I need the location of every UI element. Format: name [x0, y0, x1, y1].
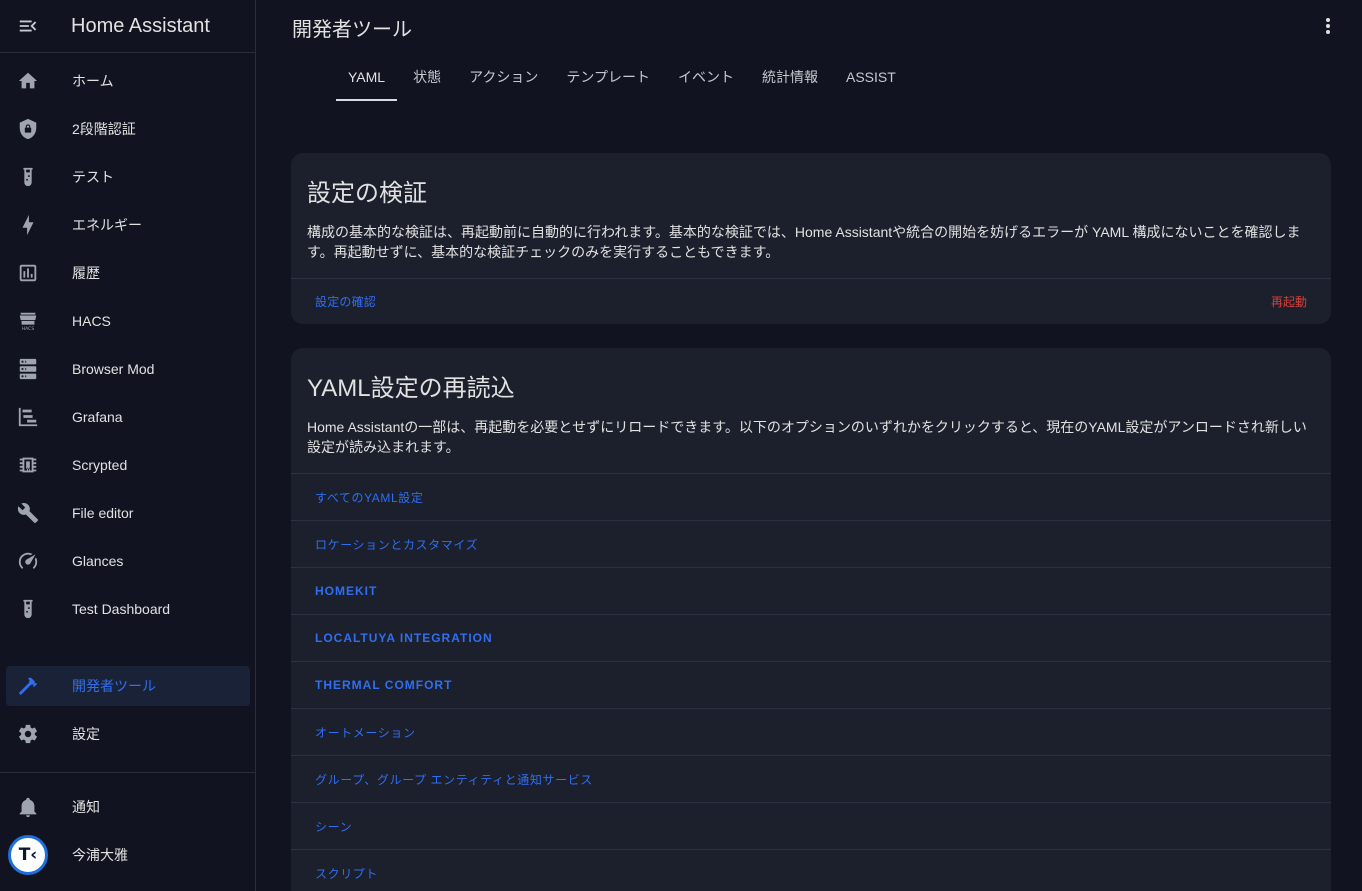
sidebar-item-notifications[interactable]: 通知 [6, 787, 250, 827]
sidebar-item-profile[interactable]: T‹ 今浦大雅 [6, 835, 250, 875]
card-actions: 設定の確認 再起動 [291, 278, 1331, 324]
reload-groups-button[interactable]: グループ、グループ エンティティと通知サービス [291, 755, 1331, 802]
wrench-icon [17, 503, 39, 524]
tab-template[interactable]: テンプレート [554, 53, 662, 101]
sidebar-item-file-editor[interactable]: File editor [6, 493, 250, 533]
reload-thermal-comfort-button[interactable]: THERMAL COMFORT [291, 661, 1331, 708]
sidebar-divider [0, 772, 255, 773]
svg-text:HACS: HACS [22, 326, 35, 332]
chart-box-icon [19, 264, 37, 282]
sidebar-item-label: 設定 [72, 726, 100, 742]
reload-homekit-button[interactable]: HOMEKIT [291, 567, 1331, 614]
menu-toggle-button[interactable] [0, 0, 56, 53]
hammer-icon [18, 677, 38, 695]
reload-all-yaml-button[interactable]: すべてのYAML設定 [291, 473, 1331, 520]
config-check-card: 設定の検証 構成の基本的な検証は、再起動前に自動的に行われます。基本的な検証では… [291, 153, 1331, 324]
sidebar-item-2fa[interactable]: 2段階認証 [6, 109, 250, 149]
tab-yaml[interactable]: YAML [336, 53, 398, 101]
tab-states[interactable]: 状態 [401, 53, 453, 101]
test-tube-icon [23, 167, 33, 187]
reload-automations-button[interactable]: オートメーション [291, 708, 1331, 755]
app-title: Home Assistant [71, 14, 210, 37]
sidebar-item-test[interactable]: テスト [6, 157, 250, 197]
reload-scenes-button[interactable]: シーン [291, 802, 1331, 849]
sidebar-item-label: テスト [72, 169, 114, 185]
tab-bar: YAML 状態 アクション テンプレート イベント 統計情報 ASSIST [336, 53, 912, 101]
card-title: 設定の検証 [307, 180, 427, 207]
test-tube-icon [23, 599, 33, 619]
menu-open-icon [19, 20, 37, 32]
reload-localtuya-button[interactable]: LOCALTUYA INTEGRATION [291, 614, 1331, 661]
sidebar-item-energy[interactable]: エネルギー [6, 205, 250, 245]
sidebar-item-hacs[interactable]: HACS HACS [6, 301, 250, 341]
sidebar-item-developer-tools[interactable]: 開発者ツール [6, 666, 250, 706]
top-bar: 開発者ツール [256, 0, 1362, 53]
sidebar-item-label: 今浦大雅 [72, 847, 128, 863]
check-config-button[interactable]: 設定の確認 [315, 293, 376, 310]
sidebar-item-label: 通知 [72, 799, 100, 815]
tab-assist[interactable]: ASSIST [834, 53, 908, 101]
tab-events[interactable]: イベント [666, 53, 746, 101]
tab-actions[interactable]: アクション [457, 53, 550, 101]
sidebar-item-label: ホーム [72, 73, 114, 89]
chart-gantt-icon [18, 407, 38, 427]
sidebar-item-home[interactable]: ホーム [6, 61, 250, 101]
card-title: YAML設定の再読込 [307, 375, 515, 402]
sidebar-item-browser-mod[interactable]: Browser Mod [6, 349, 250, 389]
sidebar-item-label: File editor [72, 505, 134, 521]
server-icon [19, 358, 37, 380]
lightning-bolt-icon [22, 214, 34, 236]
sidebar-item-label: Test Dashboard [72, 601, 171, 617]
card-description: 構成の基本的な検証は、再起動前に自動的に行われます。基本的な検証では、Home … [307, 224, 1301, 260]
sidebar-item-label: Glances [72, 553, 124, 569]
sidebar-item-label: Scrypted [72, 457, 128, 473]
sidebar-item-label: エネルギー [72, 217, 142, 233]
avatar: T‹ [8, 835, 48, 875]
sidebar-item-grafana[interactable]: Grafana [6, 397, 250, 437]
sidebar-item-glances[interactable]: Glances [6, 541, 250, 581]
bell-icon [19, 797, 37, 818]
restart-button[interactable]: 再起動 [1271, 293, 1307, 310]
reload-scripts-button[interactable]: スクリプト [291, 849, 1331, 891]
sidebar-item-settings[interactable]: 設定 [6, 714, 250, 754]
yaml-reload-card: YAML設定の再読込 Home Assistantの一部は、再起動を必要とせずに… [291, 348, 1331, 891]
sidebar-item-label: 開発者ツール [72, 678, 156, 694]
gear-icon [19, 724, 37, 744]
shield-lock-icon [19, 118, 37, 140]
sidebar-header: Home Assistant [0, 0, 255, 53]
tab-statistics[interactable]: 統計情報 [750, 53, 830, 101]
sidebar-item-scrypted[interactable]: Scrypted [6, 445, 250, 485]
sidebar-item-history[interactable]: 履歴 [6, 253, 250, 293]
sidebar-item-label: Grafana [72, 409, 123, 425]
dots-vertical-icon [1326, 18, 1330, 34]
hacs-store-icon: HACS [19, 312, 37, 332]
card-description: Home Assistantの一部は、再起動を必要とせずにリロードできます。以下… [307, 419, 1307, 455]
sidebar-item-test-dashboard[interactable]: Test Dashboard [6, 589, 250, 629]
home-icon [18, 72, 38, 89]
page-title: 開発者ツール [292, 19, 412, 41]
sidebar-item-label: HACS [72, 313, 111, 329]
gauge-icon [18, 552, 38, 569]
sidebar: Home Assistant ホーム 2段階認証 テスト エネルギー 履歴 HA… [0, 0, 256, 891]
sidebar-item-label: 2段階認証 [72, 121, 136, 137]
reload-location-customize-button[interactable]: ロケーションとカスタマイズ [291, 520, 1331, 567]
sidebar-item-label: Browser Mod [72, 361, 155, 377]
overflow-menu-button[interactable] [1316, 14, 1340, 38]
chip-icon [19, 457, 37, 473]
sidebar-item-label: 履歴 [72, 265, 100, 281]
